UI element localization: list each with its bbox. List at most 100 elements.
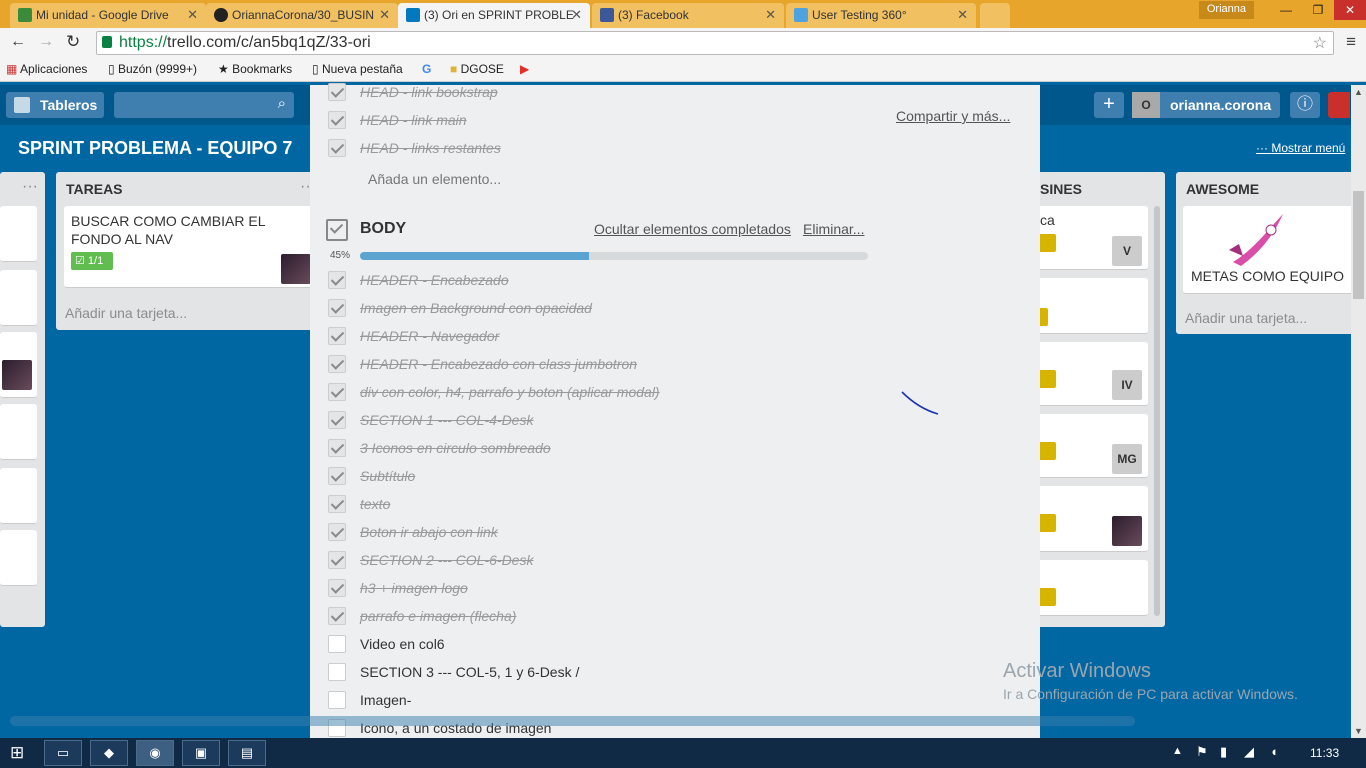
checklist-checkbox[interactable] <box>328 111 346 129</box>
checklist-item[interactable]: 3 Iconos en circulo sombreado <box>360 440 551 456</box>
share-and-more-link[interactable]: Compartir y más... <box>896 108 1010 124</box>
chrome-icon[interactable]: ◉ <box>136 740 174 766</box>
checklist-item[interactable]: div con color, h4, parrafo y boton (apli… <box>360 384 660 400</box>
list-scrollbar[interactable] <box>1154 206 1160 616</box>
checklist-checkbox[interactable] <box>328 467 346 485</box>
checklist-checkbox[interactable] <box>328 579 346 597</box>
close-tab-icon[interactable]: ✕ <box>957 7 968 23</box>
list-card[interactable] <box>0 530 37 586</box>
checklist-item[interactable]: Imagen en Background con opacidad <box>360 300 592 316</box>
list-card[interactable] <box>0 404 37 460</box>
flag-icon[interactable]: ⚑ <box>1196 744 1208 760</box>
boards-button[interactable]: Tableros <box>6 92 104 118</box>
list-card[interactable]: MG <box>1030 414 1148 478</box>
list-card[interactable] <box>0 332 37 398</box>
list-card[interactable]: METAS COMO EQUIPO <box>1183 206 1353 294</box>
windows-start-icon[interactable]: ⊞ <box>10 743 24 763</box>
list-card[interactable] <box>1030 486 1148 552</box>
checklist-checkbox[interactable] <box>328 299 346 317</box>
checklist-checkbox[interactable] <box>328 139 346 157</box>
menu-icon[interactable]: ≡ <box>1346 32 1356 52</box>
info-icon[interactable]: ⓘ <box>1290 92 1320 118</box>
list-title[interactable]: SINES <box>1040 181 1082 197</box>
page-scrollbar[interactable]: ▲ ▼ <box>1351 85 1366 738</box>
add-icon[interactable]: + <box>1094 92 1124 118</box>
list-title[interactable]: AWESOME <box>1186 181 1259 197</box>
checklist-item[interactable]: HEADER - Navegador <box>360 328 499 344</box>
checklist-item[interactable]: HEADER - Encabezado con class jumbotron <box>360 356 637 372</box>
scroll-down-icon[interactable]: ▼ <box>1354 726 1363 736</box>
close-tab-icon[interactable]: ✕ <box>379 7 390 23</box>
checklist-item[interactable]: SECTION 3 --- COL-5, 1 y 6-Desk / <box>360 664 579 680</box>
maximize-icon[interactable]: ❐ <box>1302 0 1334 20</box>
checklist-checkbox[interactable] <box>328 411 346 429</box>
clock[interactable]: 11:33 <box>1310 746 1339 760</box>
new-tab-button[interactable] <box>980 3 1010 28</box>
checklist-checkbox[interactable] <box>328 327 346 345</box>
checklist-item[interactable]: Boton ir abajo con link <box>360 524 498 540</box>
close-tab-icon[interactable]: ✕ <box>187 7 198 23</box>
notifications-icon[interactable] <box>1328 92 1350 118</box>
checklist-checkbox[interactable] <box>328 607 346 625</box>
list-menu-icon[interactable]: ··· <box>22 178 38 196</box>
bookmark-apps[interactable]: ▦ Aplicaciones <box>6 62 87 76</box>
back-icon[interactable]: ← <box>10 33 26 51</box>
checklist-checkbox[interactable] <box>328 691 346 709</box>
list-card[interactable]: ca V <box>1030 206 1148 270</box>
checklist-checkbox[interactable] <box>328 495 346 513</box>
checklist-item[interactable]: parrafo e imagen (flecha) <box>360 608 516 624</box>
bookmark-bookmarks[interactable]: ★ Bookmarks <box>218 62 292 76</box>
checklist-checkbox[interactable] <box>328 551 346 569</box>
bookmark-star-icon[interactable]: ☆ <box>1313 33 1327 53</box>
list-card[interactable]: BUSCAR COMO CAMBIAR EL FONDO AL NAV ☑ 1/… <box>64 206 316 288</box>
url-input[interactable]: https://trello.com/c/an5bq1qZ/33-ori ☆ <box>96 31 1334 55</box>
checklist-item[interactable]: HEAD - links restantes <box>360 140 501 156</box>
board-horizontal-scrollbar[interactable] <box>10 716 1135 726</box>
minimize-icon[interactable]: — <box>1270 0 1302 20</box>
checklist-checkbox[interactable] <box>328 83 346 101</box>
tab-trello[interactable]: (3) Ori en SPRINT PROBLE ✕ <box>398 3 590 28</box>
add-item-input[interactable]: Añada un elemento... <box>368 171 501 187</box>
bookmark-buzon[interactable]: ▯ Buzón (9999+) <box>108 62 197 76</box>
hide-completed-link[interactable]: Ocultar elementos completados <box>594 221 791 237</box>
checklist-checkbox[interactable] <box>328 635 346 653</box>
checklist-item[interactable]: Subtítulo <box>360 468 415 484</box>
forward-icon[interactable]: → <box>38 33 54 51</box>
checklist-item[interactable]: HEAD - link main <box>360 112 467 128</box>
checklist-checkbox[interactable] <box>328 383 346 401</box>
add-card-link[interactable]: Añadir una tarjeta... <box>65 305 187 321</box>
close-window-icon[interactable]: ✕ <box>1334 0 1366 20</box>
list-card[interactable] <box>0 468 37 524</box>
profile-badge[interactable]: Orianna <box>1198 1 1254 19</box>
board-title[interactable]: SPRINT PROBLEMA - EQUIPO 7 <box>18 138 292 159</box>
tab-user-testing[interactable]: User Testing 360° ✕ <box>786 3 976 28</box>
list-card[interactable] <box>0 270 37 326</box>
show-menu-link[interactable]: ··· Mostrar menú <box>1256 141 1345 155</box>
checklist-item[interactable]: h3 + imagen logo <box>360 580 468 596</box>
checklist-checkbox[interactable] <box>328 523 346 541</box>
volume-icon[interactable]: ◖ <box>1270 744 1278 759</box>
checklist-item[interactable]: Imagen- <box>360 692 411 708</box>
checklist-item[interactable]: HEAD - link bookstrap <box>360 84 498 100</box>
close-tab-icon[interactable]: ✕ <box>571 7 582 23</box>
window-icon[interactable]: ▤ <box>228 740 266 766</box>
bookmark-new-tab[interactable]: ▯ Nueva pestaña <box>312 62 403 76</box>
member-menu[interactable]: O orianna.corona <box>1132 92 1280 118</box>
battery-icon[interactable]: ▮ <box>1220 744 1227 760</box>
app-icon[interactable]: ◆ <box>90 740 128 766</box>
checklist-item[interactable]: SECTION 1 --- COL-4-Desk <box>360 412 533 428</box>
file-explorer-icon[interactable]: ▭ <box>44 740 82 766</box>
checklist-item[interactable]: texto <box>360 496 390 512</box>
board-search-input[interactable]: ⌕ <box>114 92 294 118</box>
delete-checklist-link[interactable]: Eliminar... <box>803 221 864 237</box>
checklist-checkbox[interactable] <box>328 271 346 289</box>
list-card[interactable] <box>1030 278 1148 334</box>
tray-up-icon[interactable]: ▲ <box>1172 745 1183 757</box>
add-card-link[interactable]: Añadir una tarjeta... <box>1185 310 1307 326</box>
tab-facebook[interactable]: (3) Facebook ✕ <box>592 3 784 28</box>
checklist-checkbox[interactable] <box>328 439 346 457</box>
checklist-item[interactable]: HEADER - Encabezado <box>360 272 509 288</box>
checklist-checkbox[interactable] <box>328 663 346 681</box>
list-card[interactable] <box>0 206 37 262</box>
list-card[interactable]: IV <box>1030 342 1148 406</box>
